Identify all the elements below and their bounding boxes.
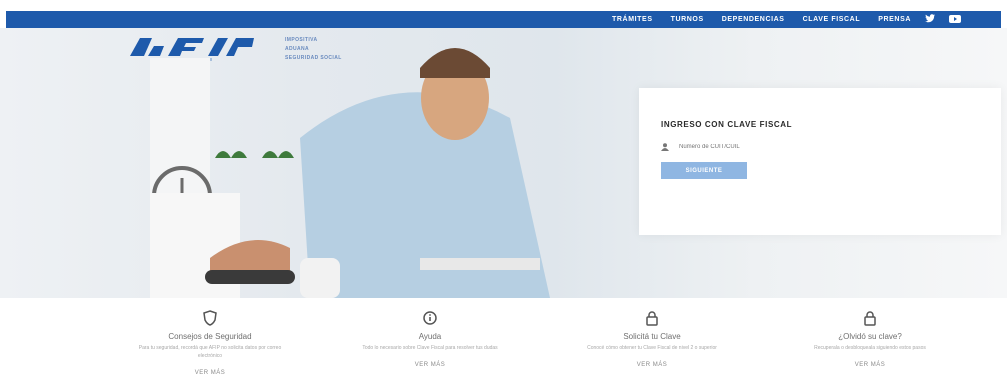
feature-title: ¿Olvidó su clave?: [838, 332, 902, 341]
hero-photo-illustration: [150, 48, 550, 298]
lock-icon: [646, 311, 658, 326]
feature-description: Recuperala o desbloqueala siguiendo esto…: [814, 345, 926, 351]
nav-dependencias[interactable]: DEPENDENCIAS: [722, 16, 785, 23]
hero-banner: IMPOSITIVA ADUANA SEGURIDAD SOCIAL INGRE…: [0, 28, 1007, 298]
siguiente-button[interactable]: SIGUIENTE: [661, 162, 747, 179]
feature-description: Conocé cómo obtener tu Clave Fiscal de n…: [587, 345, 717, 351]
lock-icon: [864, 311, 876, 326]
shield-icon: [203, 310, 217, 326]
top-navigation-bar: TRÁMITES TURNOS DEPENDENCIAS CLAVE FISCA…: [6, 11, 1001, 28]
feature-seguridad[interactable]: Consejos de Seguridad Para tu seguridad,…: [120, 310, 300, 376]
login-card: INGRESO CON CLAVE FISCAL SIGUIENTE: [639, 88, 1001, 235]
twitter-icon[interactable]: [925, 14, 935, 25]
feature-ayuda[interactable]: Ayuda Todo lo necesario sobre Clave Fisc…: [340, 310, 520, 368]
nav-tramites[interactable]: TRÁMITES: [612, 16, 653, 23]
nav-turnos[interactable]: TURNOS: [671, 16, 704, 23]
cuit-input[interactable]: [677, 143, 821, 151]
main-menu: TRÁMITES TURNOS DEPENDENCIAS CLAVE FISCA…: [594, 11, 961, 28]
feature-title: Ayuda: [418, 332, 442, 341]
feature-olvido-clave[interactable]: ¿Olvidó su clave? Recuperala o desbloque…: [780, 310, 960, 368]
feature-solicita-clave[interactable]: Solicitá tu Clave Conocé cómo obtener tu…: [562, 310, 742, 368]
cuit-field: [661, 140, 821, 154]
feature-description: Todo lo necesario sobre Clave Fiscal par…: [362, 345, 498, 351]
plant-icon: [215, 151, 294, 158]
login-title: INGRESO CON CLAVE FISCAL: [661, 120, 793, 129]
nav-clave-fiscal[interactable]: CLAVE FISCAL: [803, 16, 861, 23]
feature-link[interactable]: VER MÁS: [562, 362, 742, 368]
youtube-icon[interactable]: [949, 14, 961, 25]
features-section: Consejos de Seguridad Para tu seguridad,…: [0, 310, 1007, 389]
info-icon: [423, 311, 437, 325]
feature-link[interactable]: VER MÁS: [120, 370, 300, 376]
feature-link[interactable]: VER MÁS: [780, 362, 960, 368]
nav-prensa[interactable]: PRENSA: [878, 16, 911, 23]
feature-title: Consejos de Seguridad: [168, 332, 252, 341]
user-icon: [661, 138, 669, 156]
feature-description: Para tu seguridad, recordá que AFIP no s…: [138, 345, 282, 359]
feature-title: Solicitá tu Clave: [623, 332, 681, 341]
feature-link[interactable]: VER MÁS: [340, 362, 520, 368]
